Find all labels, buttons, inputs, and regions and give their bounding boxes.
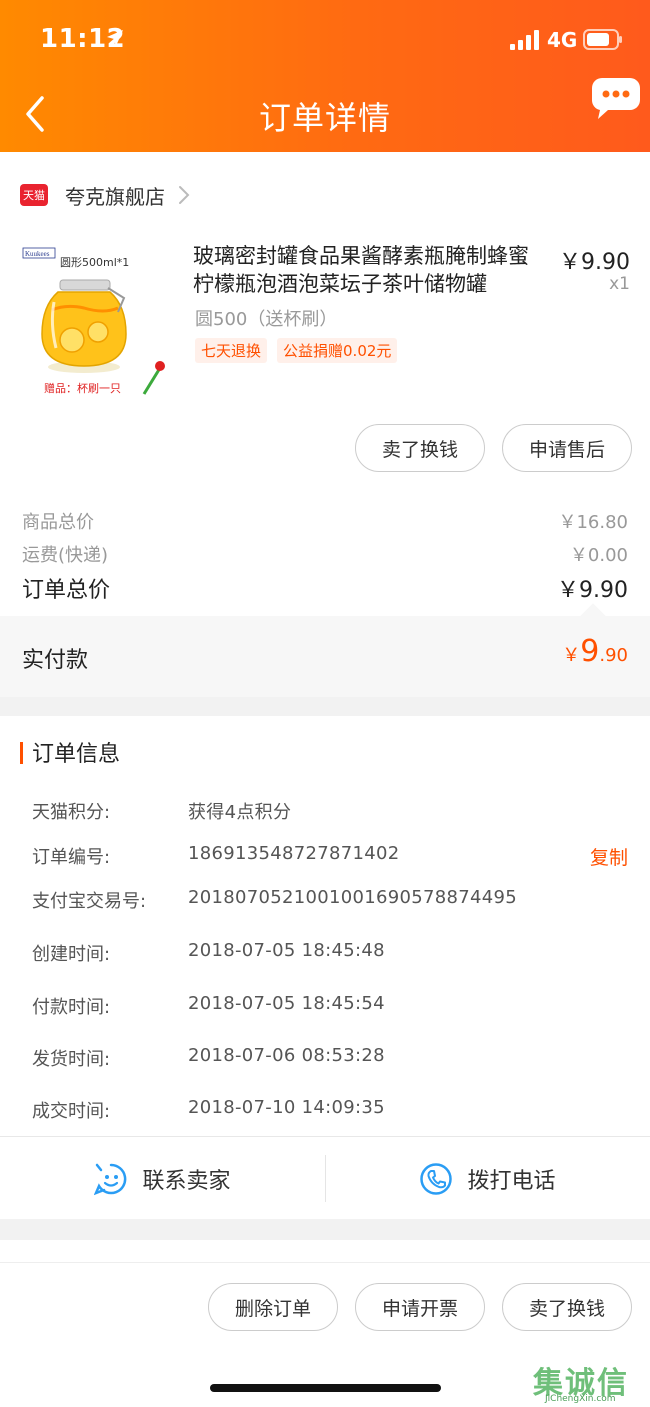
product-gift-text: 赠品：杯刷一只	[44, 381, 121, 395]
smiley-chat-icon	[94, 1163, 127, 1195]
info-label: 天猫积分:	[32, 802, 111, 823]
signal-icon	[510, 30, 539, 50]
paid-decimal: .90	[599, 645, 628, 666]
info-value: 2018-07-05 18:45:54	[188, 993, 385, 1014]
product-spec-text: 圆形500ml*1	[60, 256, 129, 269]
phone-icon	[420, 1162, 453, 1195]
shipping-label: 运费(快递)	[22, 545, 109, 566]
info-row-order-number: 订单编号: 186913548727871402 复制	[32, 843, 628, 869]
request-invoice-button[interactable]: 申请开票	[355, 1283, 485, 1331]
contact-bar: 联系卖家 拨打电话	[0, 1136, 650, 1219]
order-info-title: 订单信息	[32, 742, 121, 767]
tmall-badge: 天猫	[20, 184, 48, 206]
contact-seller-label: 联系卖家	[142, 1168, 231, 1194]
info-row-points: 天猫积分: 获得4点积分	[32, 798, 628, 824]
delete-order-button[interactable]: 删除订单	[208, 1283, 338, 1331]
info-row-created: 创建时间: 2018-07-05 18:45:48	[32, 940, 628, 966]
resell-button[interactable]: 卖了换钱	[355, 424, 485, 472]
shipping-value: ￥0.00	[569, 545, 628, 566]
tag-return: 七天退换	[195, 338, 268, 363]
info-label: 发货时间:	[32, 1049, 111, 1070]
battery-icon	[583, 29, 622, 50]
paid-currency: ￥	[562, 645, 581, 666]
shop-name: 夸克旗舰店	[65, 184, 165, 209]
info-row-shipped: 发货时间: 2018-07-06 08:53:28	[32, 1045, 628, 1071]
info-value: 获得4点积分	[188, 802, 292, 823]
footer-divider	[0, 1262, 650, 1263]
chat-bubble-icon[interactable]	[592, 76, 640, 122]
info-value: 2018-07-06 08:53:28	[188, 1045, 385, 1066]
shop-link[interactable]: 天猫 夸克旗舰店	[20, 180, 191, 210]
info-label: 创建时间:	[32, 944, 111, 965]
home-indicator[interactable]	[210, 1384, 441, 1392]
tag-charity: 公益捐赠0.02元	[277, 338, 398, 363]
paid-value: ￥9.90	[562, 634, 628, 669]
contact-seller-button[interactable]: 联系卖家	[0, 1137, 325, 1220]
call-phone-button[interactable]: 拨打电话	[325, 1137, 650, 1220]
info-value: 2018-07-10 14:09:35	[188, 1097, 385, 1118]
goods-total-row: 商品总价 ￥16.80	[22, 508, 628, 534]
order-total-label: 订单总价	[22, 578, 111, 603]
order-number-value[interactable]: 186913548727871402	[188, 843, 400, 864]
order-total-value: ￥9.90	[557, 578, 628, 603]
info-value: 2018070521001001690578874495	[188, 887, 518, 908]
info-row-paid: 付款时间: 2018-07-05 18:45:54	[32, 993, 628, 1019]
info-label: 成交时间:	[32, 1101, 111, 1122]
goods-total-value: ￥16.80	[558, 512, 628, 533]
app-header: 11:12 4G 订单详情	[0, 0, 650, 152]
product-sku: 圆500（送杯刷）	[195, 309, 338, 330]
info-label: 订单编号:	[32, 847, 111, 868]
info-value: 2018-07-05 18:45:48	[188, 940, 385, 961]
status-bar: 11:12 4G	[0, 0, 650, 80]
location-arrow-icon	[107, 30, 123, 46]
footer-actions-bar: 删除订单 申请开票 卖了换钱 集诚信 JiChengXin.com	[0, 1240, 650, 1407]
call-phone-label: 拨打电话	[467, 1168, 556, 1194]
network-type: 4G	[547, 28, 578, 52]
copy-button[interactable]: 复制	[590, 843, 628, 870]
page-title: 订单详情	[258, 99, 391, 137]
product-quantity: x1	[609, 274, 630, 294]
product-image[interactable]: Kuukees 圆形500ml*1 赠品：杯刷一只	[20, 244, 172, 399]
order-info-card: 订单信息 天猫积分: 获得4点积分 订单编号: 1869135487278714…	[0, 716, 650, 1219]
resell-footer-button[interactable]: 卖了换钱	[502, 1283, 632, 1331]
paid-integer: 9	[580, 634, 600, 669]
paid-amount-band: 实付款 ￥9.90	[0, 616, 650, 697]
product-title[interactable]: 玻璃密封罐食品果酱酵素瓶腌制蜂蜜柠檬瓶泡酒泡菜坛子茶叶储物罐	[193, 242, 543, 298]
watermark-sub: JiChengXin.com	[545, 1394, 616, 1404]
chevron-right-icon	[179, 186, 190, 204]
info-row-alipay: 支付宝交易号: 2018070521001001690578874495	[32, 887, 628, 913]
product-price: ￥9.90	[559, 250, 630, 275]
shipping-row: 运费(快递) ￥0.00	[22, 541, 628, 567]
info-label: 支付宝交易号:	[32, 891, 147, 912]
product-tags: 七天退换 公益捐赠0.02元	[195, 338, 398, 363]
paid-label: 实付款	[22, 648, 89, 673]
info-label: 付款时间:	[32, 997, 111, 1018]
after-sales-button[interactable]: 申请售后	[502, 424, 632, 472]
watermark-logo: 集诚信 JiChengXin.com	[533, 1358, 648, 1406]
section-marker	[20, 742, 23, 764]
goods-total-label: 商品总价	[22, 512, 94, 533]
info-row-completed: 成交时间: 2018-07-10 14:09:35	[32, 1097, 628, 1123]
product-brand-text: Kuukees	[25, 250, 50, 258]
order-total-row: 订单总价 ￥9.90	[22, 572, 628, 604]
order-item-card: 天猫 夸克旗舰店 Kuukees 圆形500ml*1 赠品：杯刷一只 玻璃密封罐…	[0, 152, 650, 697]
